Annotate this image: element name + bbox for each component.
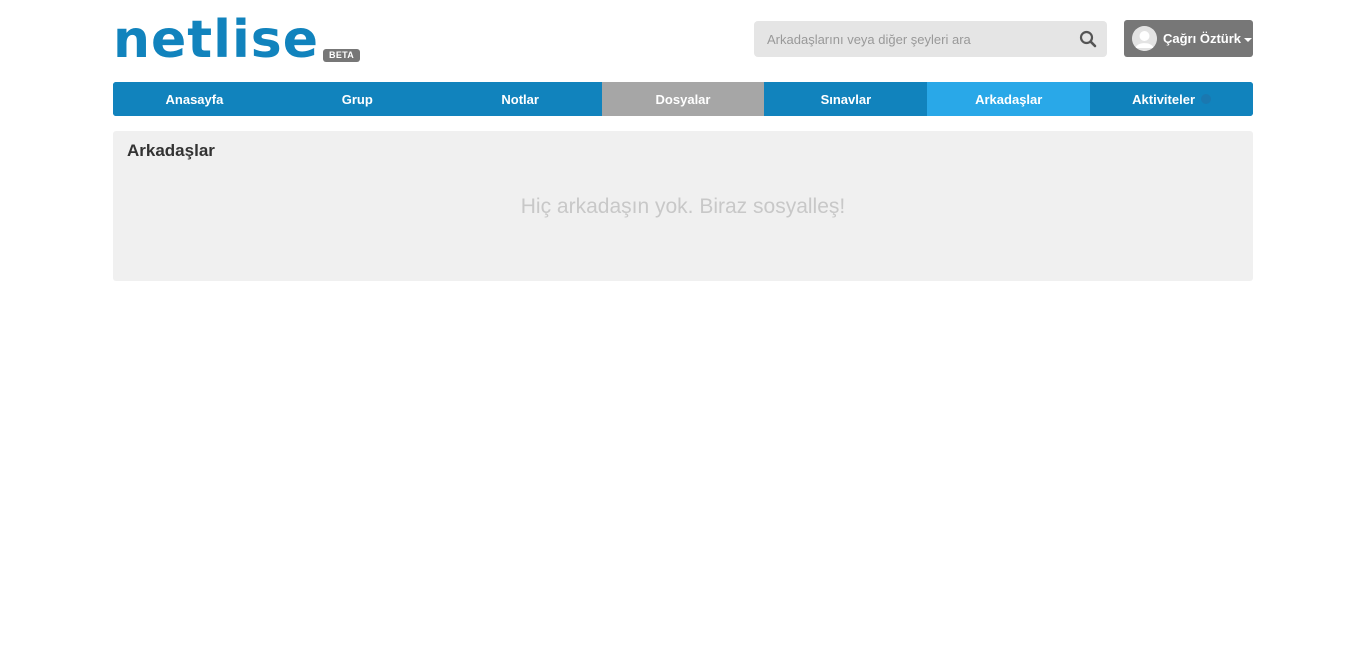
header: netlise BETA Çağrı Öztürk xyxy=(113,0,1253,80)
nav-item-arkadaslar[interactable]: Arkadaşlar xyxy=(927,82,1091,116)
notification-dot-icon xyxy=(1201,94,1212,104)
page: netlise BETA Çağrı Öztürk xyxy=(0,0,1366,667)
nav-item-aktiviteler[interactable]: Aktiviteler xyxy=(1090,82,1253,116)
logo: netlise xyxy=(113,10,320,70)
caret-down-icon xyxy=(1244,37,1253,42)
nav-item-notlar[interactable]: Notlar xyxy=(438,82,602,116)
user-menu-button[interactable]: Çağrı Öztürk xyxy=(1124,20,1253,57)
nav-item-label: Sınavlar xyxy=(820,91,872,107)
nav-item-sinavlar[interactable]: Sınavlar xyxy=(764,82,928,116)
friends-panel: Arkadaşlar Hiç arkadaşın yok. Biraz sosy… xyxy=(113,131,1253,281)
nav-item-label: Grup xyxy=(341,91,373,107)
panel-title: Arkadaşlar xyxy=(127,141,215,160)
nav-item-anasayfa[interactable]: Anasayfa xyxy=(113,82,276,116)
nav-item-label: Anasayfa xyxy=(165,91,224,107)
search-icon[interactable] xyxy=(1078,29,1098,49)
user-name: Çağrı Öztürk xyxy=(1163,31,1242,46)
logo-link[interactable]: netlise BETA xyxy=(113,10,361,70)
main-nav: Anasayfa Grup Notlar Dosyalar Sınavlar A… xyxy=(113,82,1253,116)
nav-item-label: Arkadaşlar xyxy=(975,91,1043,107)
beta-badge: BETA xyxy=(323,49,361,62)
nav-item-label: Aktiviteler xyxy=(1132,91,1196,107)
empty-state-message: Hiç arkadaşın yok. Biraz sosyalleş! xyxy=(520,195,846,218)
nav-item-dosyalar[interactable]: Dosyalar xyxy=(601,82,765,116)
search-input[interactable] xyxy=(754,21,1074,57)
search-box xyxy=(754,21,1107,57)
user-avatar-icon xyxy=(1132,26,1157,51)
nav-item-grup[interactable]: Grup xyxy=(275,82,439,116)
nav-item-label: Dosyalar xyxy=(655,91,711,107)
nav-item-label: Notlar xyxy=(501,91,539,107)
